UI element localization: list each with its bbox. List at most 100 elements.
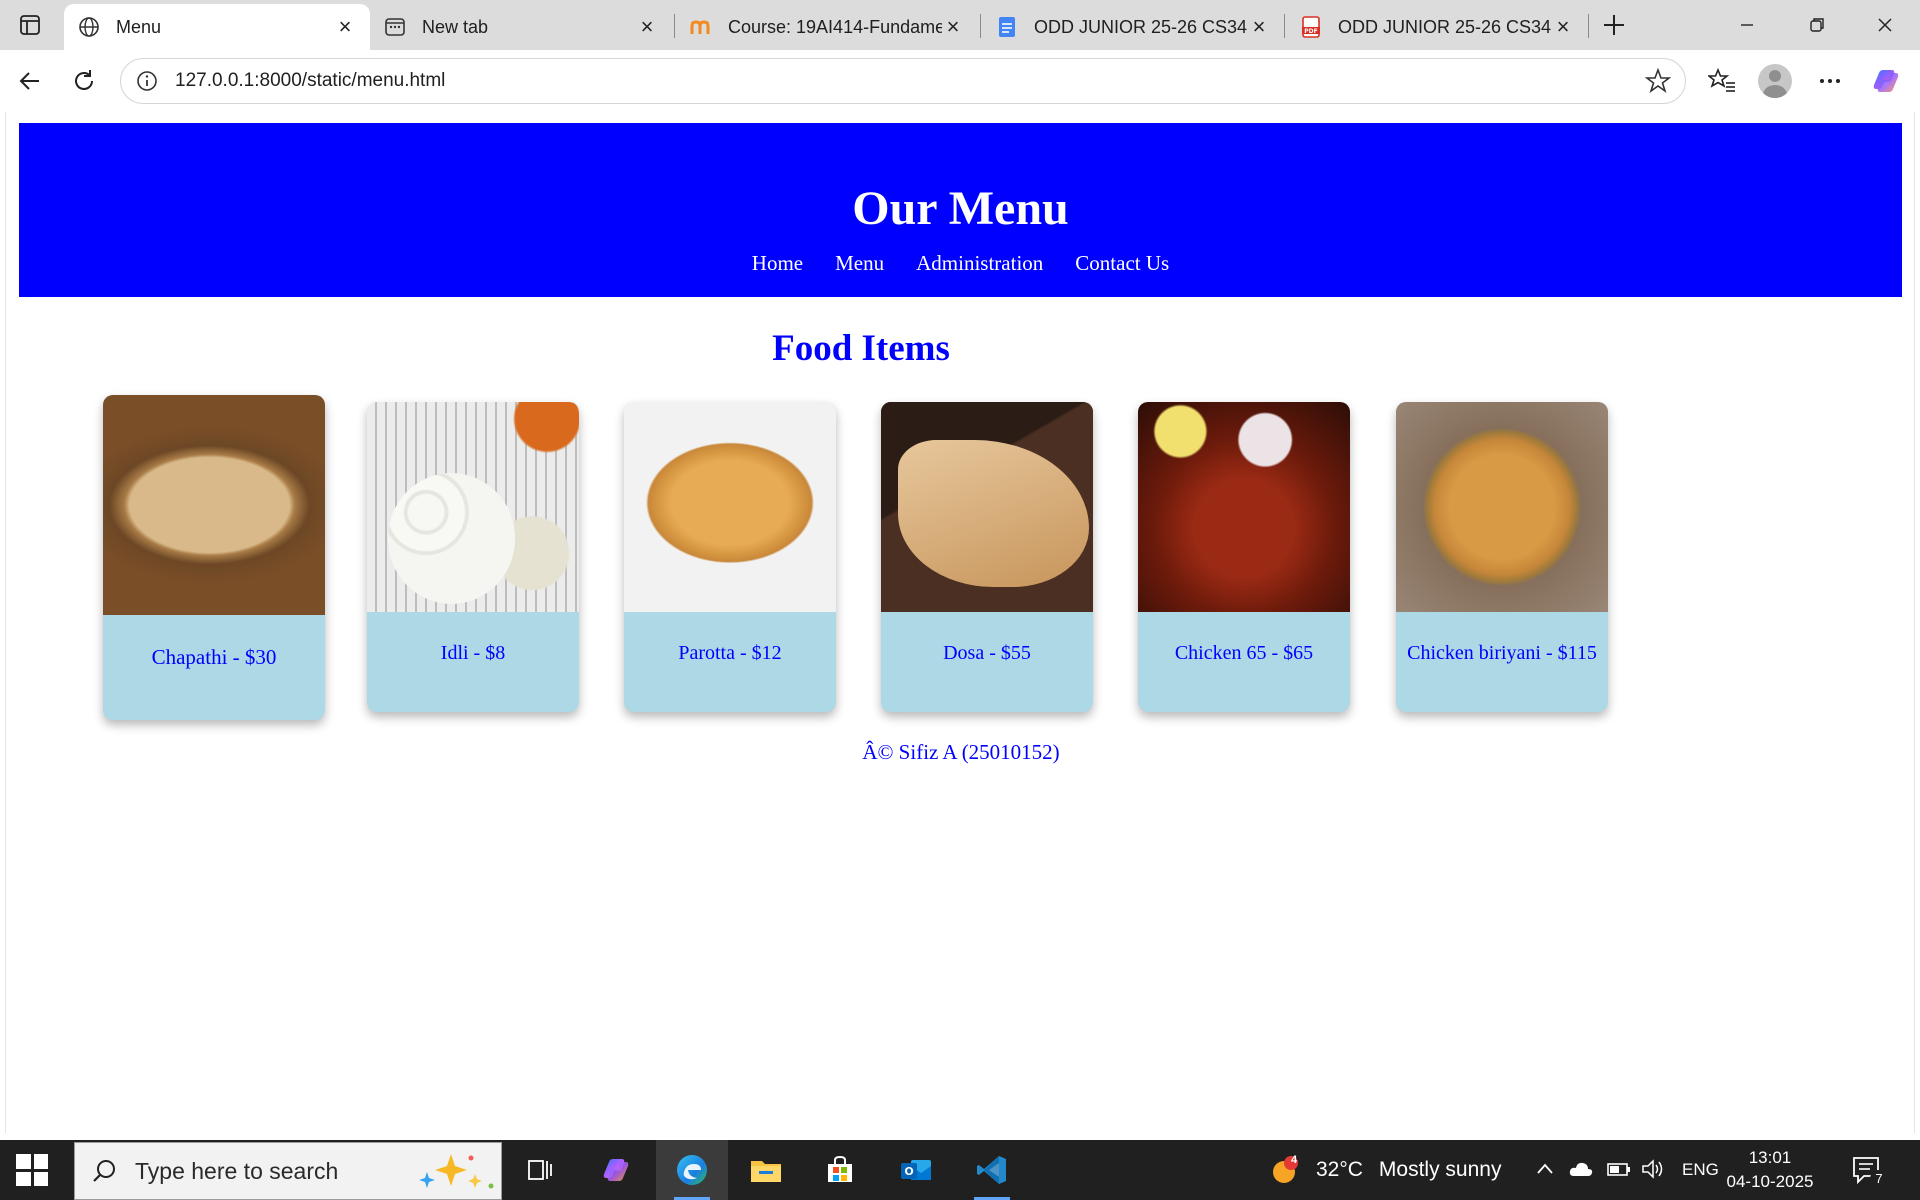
food-card-label: Dosa - $55 [943,642,1031,664]
site-header: Our Menu Home Menu Administration Contact U… [19,123,1902,297]
taskbar-search-box[interactable]: Type here to search [74,1142,502,1200]
browser-tab-strip: Menu × New tab × Course: 19AI414-Fundame… [0,0,1920,50]
settings-more-button[interactable] [1810,62,1850,100]
nav-menu-link[interactable]: Menu [835,251,884,275]
microsoft-store-icon [828,1155,852,1182]
new-tab-page-icon [384,16,406,38]
close-icon [1878,18,1892,32]
address-url[interactable]: 127.0.0.1:8000/static/menu.html [175,70,1643,92]
tab-separator [1284,14,1285,38]
edge-taskbar-button[interactable] [656,1140,728,1200]
tab-separator [1588,14,1589,38]
close-window-button[interactable] [1856,4,1914,46]
microsoft-store-button[interactable] [804,1140,876,1200]
weather-widget[interactable]: 4 32°C Mostly sunny [1270,1152,1501,1188]
tab-new-tab[interactable]: New tab × [370,4,672,50]
food-card-dosa[interactable]: Dosa - $55 [881,402,1093,712]
notification-count: 7 [1870,1170,1888,1188]
tab-title: ODD JUNIOR 25-26 CS341 [1338,16,1552,37]
food-card-chapathi[interactable]: Chapathi - $30 [103,395,325,720]
food-card-label: Chapathi - $30 [151,645,277,669]
favorites-icon [1708,67,1735,92]
search-icon [89,1156,119,1186]
show-hidden-icons-chevron-icon[interactable] [1534,1158,1556,1185]
dosa-photo [881,402,1093,612]
minimize-icon [1741,24,1753,26]
copilot-icon [603,1159,629,1181]
vscode-button[interactable] [956,1140,1028,1200]
system-clock[interactable]: 13:01 04-10-2025 [1722,1146,1818,1194]
onedrive-cloud-icon[interactable] [1568,1158,1594,1185]
tab-menu[interactable]: Menu × [64,4,370,50]
close-tab-icon[interactable]: × [1248,14,1270,39]
tab-actions-icon[interactable] [14,10,46,40]
chapathi-photo [103,395,325,615]
task-view-button[interactable] [504,1140,576,1200]
new-tab-button[interactable] [1596,8,1632,42]
outlook-button[interactable]: O [880,1140,952,1200]
browser-toolbar: 127.0.0.1:8000/static/menu.html [0,50,1920,112]
favorite-star-icon[interactable] [1643,66,1673,96]
close-tab-icon[interactable]: × [636,14,658,39]
weather-temperature: 32°C [1316,1158,1363,1181]
nav-administration-link[interactable]: Administration [916,251,1043,275]
clock-time: 13:01 [1748,1148,1792,1167]
globe-icon [78,16,100,38]
close-tab-icon[interactable]: × [334,14,356,39]
nav-home-link[interactable]: Home [752,251,803,275]
edge-icon [677,1155,707,1185]
close-tab-icon[interactable]: × [1552,14,1574,39]
tab-title: Course: 19AI414-Fundamen [728,16,942,37]
footer-copyright: Â© Sifiz A (25010152) [862,740,1060,764]
weather-badge: 4 [1290,1154,1298,1166]
tab-docs[interactable]: ODD JUNIOR 25-26 CS341 × [982,4,1284,50]
food-card-parotta[interactable]: Parotta - $12 [624,402,836,712]
svg-text:O: O [904,1165,913,1178]
chicken-65-photo [1138,402,1350,612]
food-card-chicken-65[interactable]: Chicken 65 - $65 [1138,402,1350,712]
more-dots-icon [1820,79,1840,83]
vscode-icon [977,1156,1006,1184]
file-explorer-button[interactable] [730,1140,802,1200]
refresh-icon [75,70,93,90]
site-info-icon[interactable] [135,69,159,93]
tab-title: New tab [422,16,489,37]
battery-icon[interactable] [1606,1158,1632,1185]
food-card-chicken-biriyani[interactable]: Chicken biriyani - $115 [1396,402,1608,712]
food-card-idli[interactable]: Idli - $8 [367,402,579,712]
page-viewport: Our Menu Home Menu Administration Contact U… [5,112,1915,1133]
chicken-biriyani-photo [1396,402,1608,612]
refresh-button[interactable] [64,62,104,100]
back-button[interactable] [10,62,50,100]
svg-text:PDF: PDF [1304,28,1317,35]
start-windows-icon[interactable] [16,1154,48,1186]
food-card-label: Chicken biriyani - $115 [1407,642,1597,664]
favorites-button[interactable] [1702,62,1742,100]
input-language[interactable]: ENG [1682,1160,1719,1180]
weather-sun-icon: 4 [1270,1154,1302,1186]
back-arrow-icon [19,72,39,90]
notification-center-icon[interactable]: 7 [1850,1152,1888,1188]
minimize-button[interactable] [1718,4,1776,46]
parotta-photo [624,402,836,612]
windows-taskbar: Type here to search O 4 32°C Mostly sunn… [0,1140,1920,1200]
volume-speaker-icon[interactable] [1640,1158,1666,1185]
tab-pdf[interactable]: PDF ODD JUNIOR 25-26 CS341 × [1286,4,1588,50]
copilot-button[interactable] [1866,62,1906,100]
restore-icon [1810,18,1824,32]
site-nav: Home Menu Administration Contact Us [19,251,1902,276]
outlook-icon: O [901,1160,931,1180]
address-bar[interactable]: 127.0.0.1:8000/static/menu.html [120,58,1686,104]
close-tab-icon[interactable]: × [942,14,964,39]
tab-course[interactable]: Course: 19AI414-Fundamen × [676,4,978,50]
restore-button[interactable] [1788,4,1846,46]
file-explorer-icon [751,1161,781,1182]
food-card-label: Idli - $8 [440,642,506,664]
nav-contact-link[interactable]: Contact Us [1075,251,1169,275]
google-docs-icon [996,16,1018,38]
copilot-icon [1873,70,1899,92]
copilot-taskbar-button[interactable] [580,1140,652,1200]
page-title: Our Menu [852,182,1069,235]
profile-avatar[interactable] [1758,64,1792,98]
tab-separator [674,14,675,38]
